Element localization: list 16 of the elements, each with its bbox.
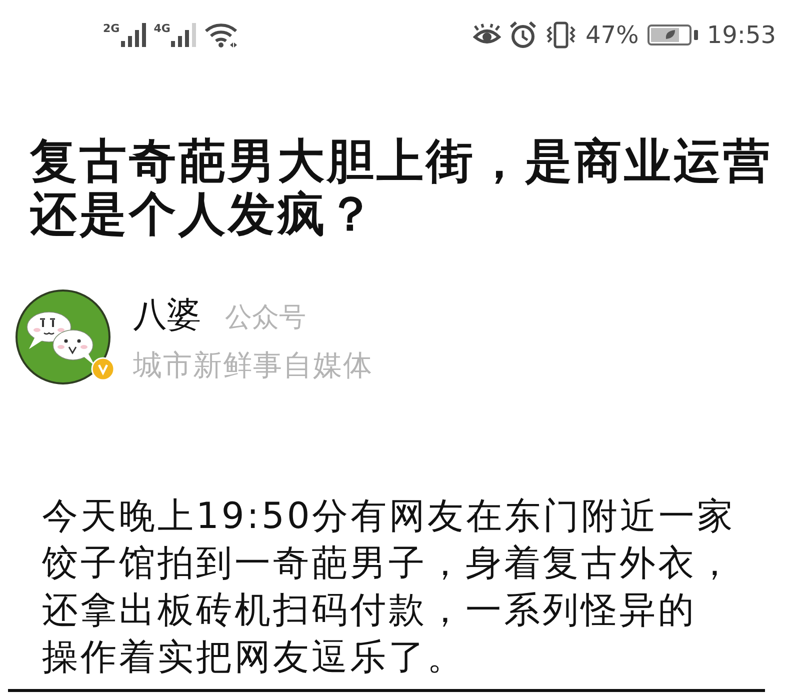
article-paragraph: 今天晚上19:50分有网友在东门附近一家 饺子馆拍到一奇葩男子，身着复古外衣， 还拿出板砖机扫码付款，一系列怪异的 操作着实把网友逗乐了。 — [42, 495, 736, 680]
alarm-clock-icon — [509, 21, 538, 49]
signal-bars-icon — [120, 22, 146, 48]
account-type-label: 公众号 — [225, 301, 306, 335]
wifi-icon — [204, 22, 238, 48]
author-description: 城市新鲜事自媒体 — [133, 347, 373, 384]
speech-bubbles-avatar-icon — [15, 289, 111, 385]
signal-bars-icon — [170, 22, 196, 48]
clock-time: 19:53 — [706, 21, 776, 49]
author-name[interactable]: 八婆 — [133, 295, 201, 335]
article-title: 复古奇葩男大胆上街，是商业运营还是个人发疯？ — [30, 135, 774, 241]
network-type-label: 4G — [154, 23, 170, 35]
battery-percent: 47% — [585, 21, 639, 49]
battery-icon — [646, 23, 699, 47]
network-type-label: 2G — [103, 23, 120, 35]
vibrate-icon — [545, 21, 578, 49]
